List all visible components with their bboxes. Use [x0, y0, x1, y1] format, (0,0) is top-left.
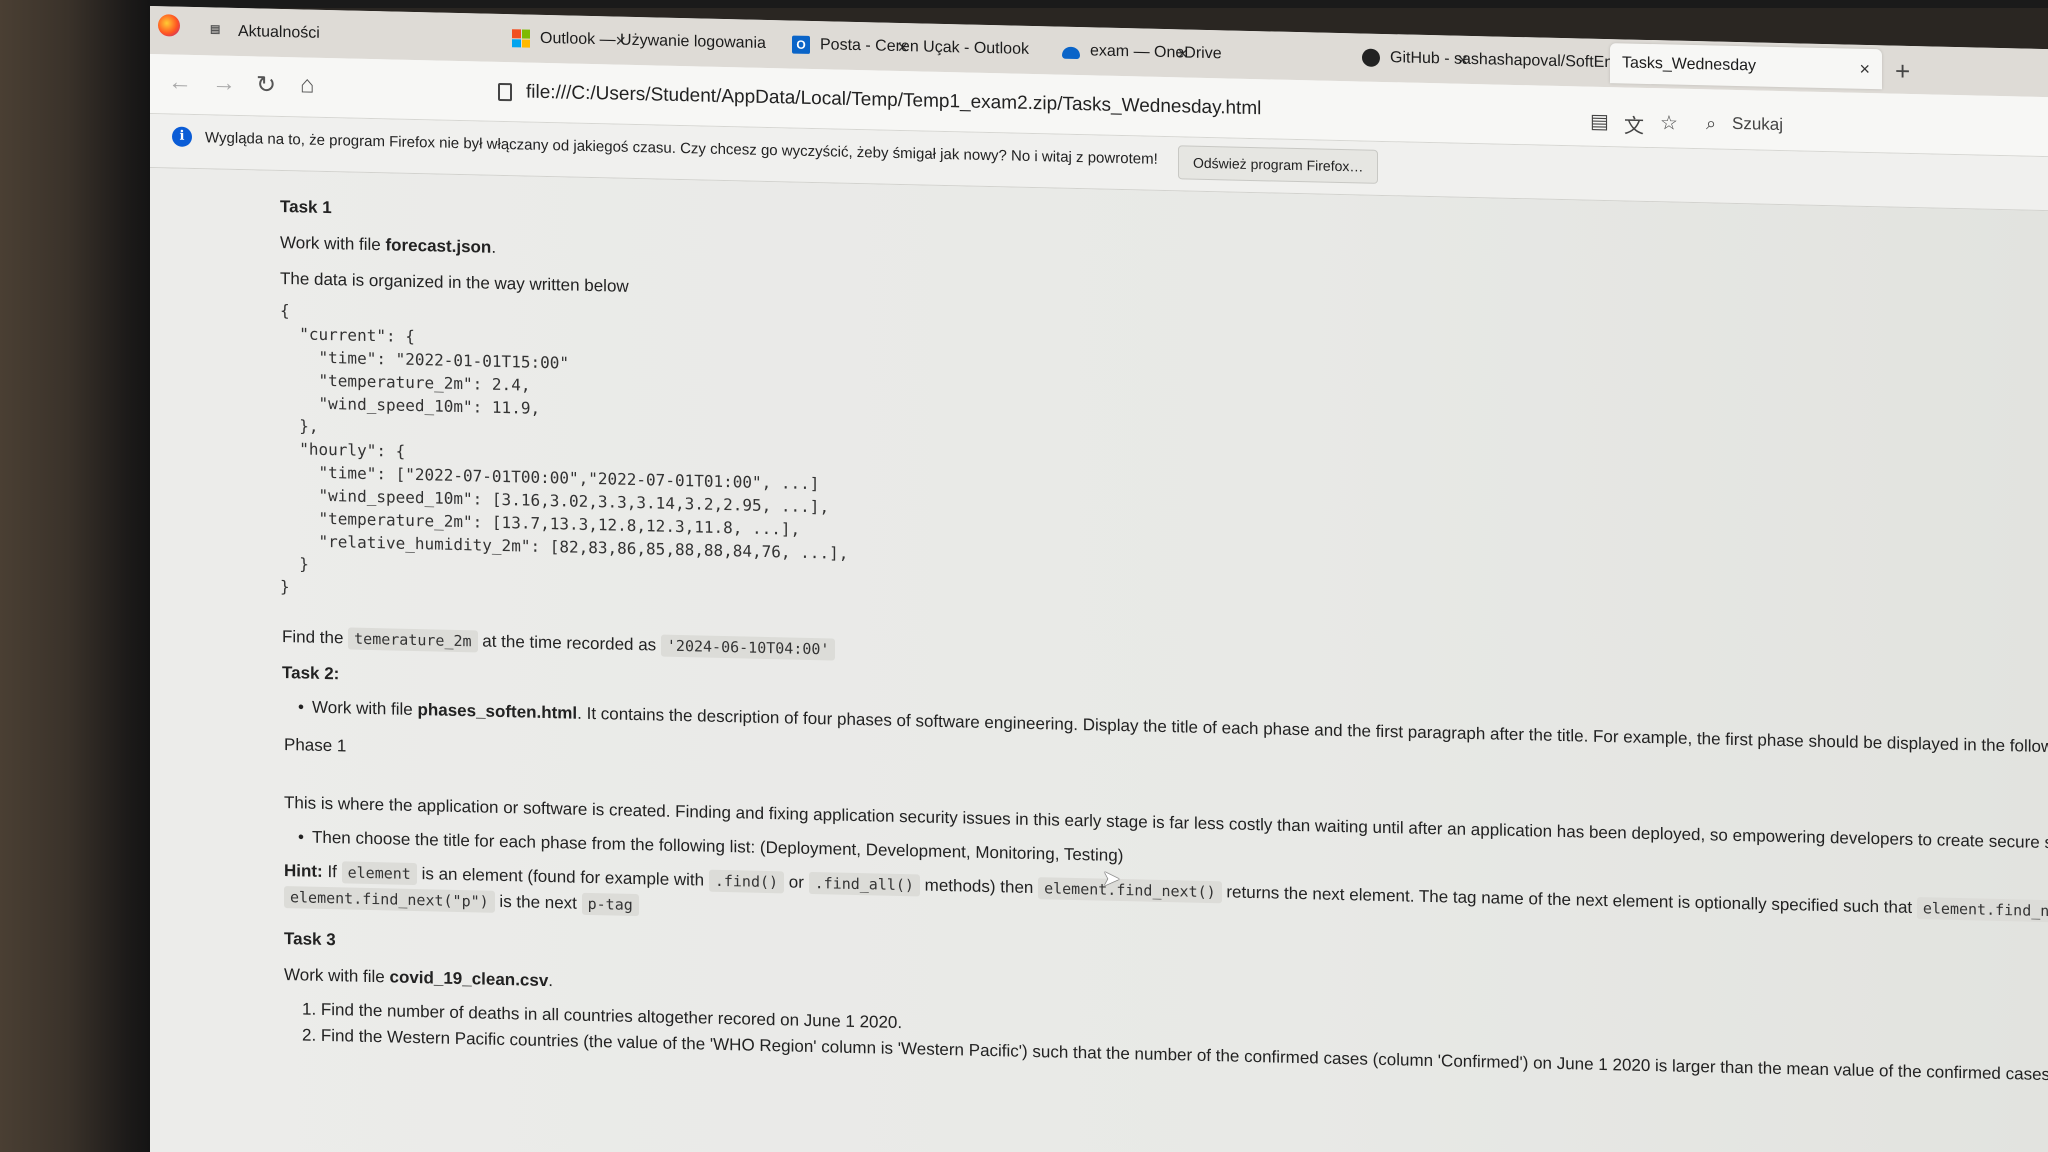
text: Find the [282, 626, 349, 648]
monitor-bezel-top [150, 0, 2048, 8]
text: . [548, 971, 554, 991]
task3-work-with: Work with file covid_19_clean.csv. [284, 965, 553, 991]
task2-heading: Task 2: [282, 662, 340, 684]
hint-label: Hint: [284, 861, 323, 881]
mouse-cursor-icon: ➤ [1102, 865, 1121, 892]
translate-icon[interactable]: 文 [1624, 109, 1644, 138]
page-content: Task 1 Work with file forecast.json. The… [150, 168, 2048, 1152]
text: Work with file [280, 232, 386, 255]
tab-github[interactable]: GitHub - sashashapoval/SoftEn × [1350, 37, 1650, 84]
text: Work with file [284, 965, 390, 987]
close-icon[interactable]: × [1859, 58, 1870, 79]
task1-organized-text: The data is organized in the way written… [280, 268, 629, 296]
code-chip: p-tag [581, 892, 639, 917]
text: methods) then [919, 875, 1039, 898]
home-button[interactable]: ⌂ [300, 71, 315, 99]
text: If [322, 861, 342, 882]
page-icon [498, 82, 512, 102]
filename: forecast.json [385, 235, 492, 257]
code-chip: temerature_2m [348, 627, 478, 653]
task1-work-with: Work with file forecast.json. [280, 233, 496, 258]
text: is the next [494, 891, 582, 913]
code-chip: element.find_n [1916, 897, 2048, 923]
onedrive-cloud-icon [1062, 46, 1080, 60]
filename: phases_soften.html [417, 700, 578, 723]
tab-label: Tasks_Wednesday [1622, 54, 1756, 75]
task3-heading: Task 3 [284, 929, 336, 950]
text: Work with file [312, 697, 418, 720]
text: returns the next element. The tag name o… [1221, 882, 1917, 918]
search-icon: ⌕ [1706, 113, 1717, 134]
outlook-icon: O [792, 35, 810, 54]
code-chip: element.find_next() [1038, 877, 1222, 904]
monitor-bezel [0, 0, 150, 1152]
firefox-logo-icon[interactable] [158, 14, 180, 37]
microsoft-icon [512, 29, 530, 48]
refresh-firefox-button[interactable]: Odśwież program Firefox… [1178, 145, 1379, 184]
code-chip: element.find_next("p") [284, 886, 495, 913]
news-icon: ▤ [210, 23, 221, 36]
text: or [784, 872, 809, 892]
task2-bullet-2: Then choose the title for each phase fro… [312, 828, 1123, 866]
task3-item-2: 2. Find the Western Pacific countries (t… [302, 1025, 2048, 1086]
back-button[interactable]: ← [168, 68, 192, 97]
text: at the time recorded as [477, 631, 661, 655]
tab-label: GitHub - sashashapoval/SoftEn [1390, 49, 1614, 72]
text: . [491, 237, 497, 257]
phase-title: Phase 1 [284, 735, 347, 756]
task1-find-text: Find the temerature_2m at the time recor… [282, 626, 836, 661]
reader-view-icon[interactable]: ▤ [1590, 109, 1609, 134]
github-icon [1362, 48, 1380, 67]
reload-button[interactable]: ↻ [256, 70, 276, 99]
code-chip: .find() [708, 869, 785, 894]
new-tab-button[interactable]: + [1895, 56, 1910, 87]
task1-heading: Task 1 [280, 196, 332, 218]
info-icon: i [172, 126, 192, 147]
text: is an element (found for example with [416, 864, 709, 890]
code-chip: .find_all() [808, 871, 920, 897]
code-chip: element [341, 861, 417, 886]
hint-line-2: element.find_next("p") is the next p-tag [284, 886, 639, 917]
url-text[interactable]: file:///C:/Users/Student/AppData/Local/T… [526, 82, 1261, 121]
filename: covid_19_clean.csv [389, 967, 549, 991]
task2-bullet-1: Work with file phases_soften.html. It co… [312, 698, 2048, 758]
bookmark-star-icon[interactable]: ☆ [1660, 110, 1678, 135]
json-code-block: { "current": { "time": "2022-01-01T15:00… [280, 300, 849, 597]
search-box[interactable]: Szukaj [1732, 114, 1783, 135]
forward-button[interactable]: → [212, 69, 236, 98]
text: . It contains the description of four ph… [577, 703, 2048, 757]
code-chip: '2024-06-10T04:00' [660, 634, 836, 661]
browser-window: ▤ Aktualności × Outlook — Używanie logow… [150, 6, 2048, 1152]
notification-text: Wygląda na to, że program Firefox nie by… [205, 129, 1158, 168]
tab-tasks-wednesday[interactable]: Tasks_Wednesday × [1610, 43, 1882, 90]
